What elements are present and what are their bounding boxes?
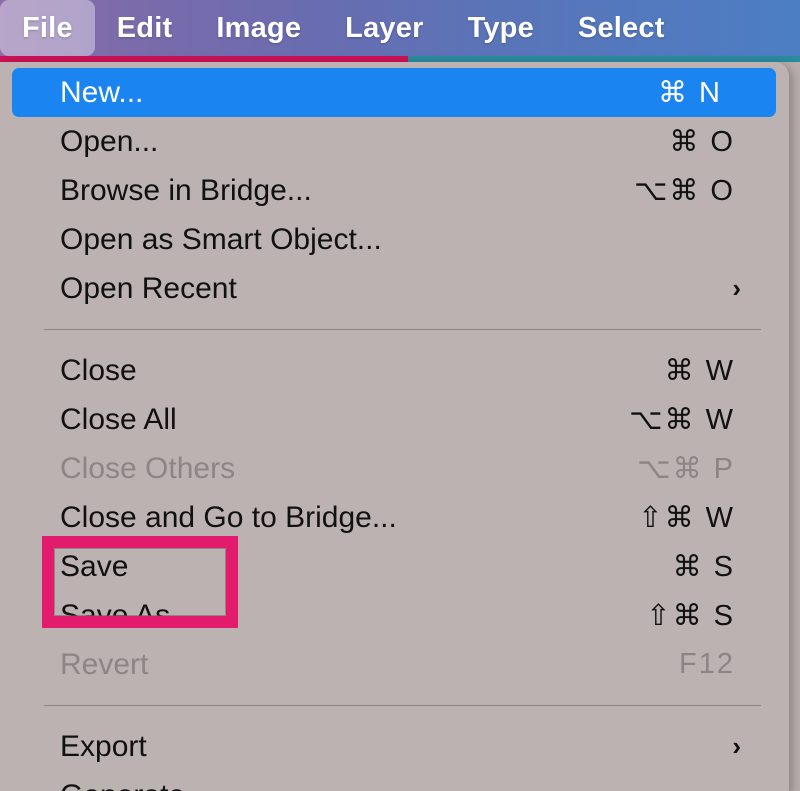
menubar-item-image[interactable]: Image (194, 0, 323, 56)
menu-item-label: Close and Go to Bridge... (60, 500, 397, 534)
menu-item-close-all[interactable]: Close All ⌥⌘ W (0, 395, 789, 444)
screenshot-root: File Edit Image Layer Type Select New... ⌘ N Op… (0, 0, 800, 791)
menu-item-label: Open... (60, 124, 159, 158)
menubar-item-file[interactable]: File (0, 0, 95, 56)
menu-item-label: Browse in Bridge... (60, 173, 312, 207)
menu-separator (44, 329, 761, 330)
chevron-right-icon: › (732, 731, 741, 761)
menu-item-revert: Revert F12 (0, 640, 789, 689)
menu-item-label: Open as Smart Object... (60, 222, 382, 256)
menubar-item-select[interactable]: Select (556, 0, 687, 56)
menu-item-close-others: Close Others ⌥⌘ P (0, 444, 789, 493)
menu-item-open-as-smart-object[interactable]: Open as Smart Object... (0, 215, 789, 264)
menu-item-label: Close (60, 353, 137, 387)
menu-item-label: Export (60, 729, 147, 763)
menu-item-close[interactable]: Close ⌘ W (0, 346, 789, 395)
menu-item-label: Save (60, 549, 129, 583)
menu-item-shortcut: ⌘ N (658, 77, 722, 109)
menu-item-label: Close Others (60, 451, 236, 485)
menu-item-save[interactable]: Save ⌘ S (0, 542, 789, 591)
menu-item-label: Close All (60, 402, 177, 436)
menu-separator (44, 705, 761, 706)
menu-item-label: Open Recent (60, 271, 237, 305)
menu-item-shortcut: F12 (679, 648, 735, 680)
menu-item-label: Generate (60, 780, 185, 791)
menubar-item-type[interactable]: Type (446, 0, 556, 56)
menu-item-browse-in-bridge[interactable]: Browse in Bridge... ⌥⌘ O (0, 166, 789, 215)
menu-item-shortcut: ⌘ O (669, 126, 735, 158)
menu-item-label: New... (60, 75, 144, 109)
chevron-right-icon: › (732, 780, 761, 791)
menu-item-shortcut: ⌥⌘ O (633, 175, 735, 207)
menu-item-label: Revert (60, 647, 149, 681)
menu-item-shortcut: ⇧⌘ W (638, 502, 735, 534)
menu-item-open[interactable]: Open... ⌘ O (0, 117, 789, 166)
chevron-right-icon: › (732, 273, 741, 303)
menu-item-close-and-go-to-bridge[interactable]: Close and Go to Bridge... ⇧⌘ W (0, 493, 789, 542)
menu-item-open-recent[interactable]: Open Recent › (0, 264, 789, 313)
file-menu-dropdown: New... ⌘ N Open... ⌘ O Browse in Bridge... ⌥⌘… (0, 62, 790, 791)
menu-item-shortcut: ⌘ S (672, 551, 735, 583)
application-menu-bar: File Edit Image Layer Type Select (0, 0, 800, 56)
menu-item-save-as[interactable]: Save As... ⇧⌘ S (0, 591, 789, 640)
menu-item-shortcut: ⌘ W (664, 355, 735, 387)
menu-item-new[interactable]: New... ⌘ N (12, 68, 776, 117)
menu-item-shortcut: ⇧⌘ S (646, 600, 735, 632)
menu-item-shortcut: ⌥⌘ P (637, 453, 735, 485)
menu-item-generate[interactable]: Generate › (0, 771, 789, 791)
menu-item-shortcut: ⌥⌘ W (629, 404, 735, 436)
menu-item-export[interactable]: Export › (0, 722, 789, 771)
menubar-item-edit[interactable]: Edit (95, 0, 195, 56)
menu-item-label: Save As... (60, 598, 196, 632)
menubar-item-layer[interactable]: Layer (323, 0, 445, 56)
